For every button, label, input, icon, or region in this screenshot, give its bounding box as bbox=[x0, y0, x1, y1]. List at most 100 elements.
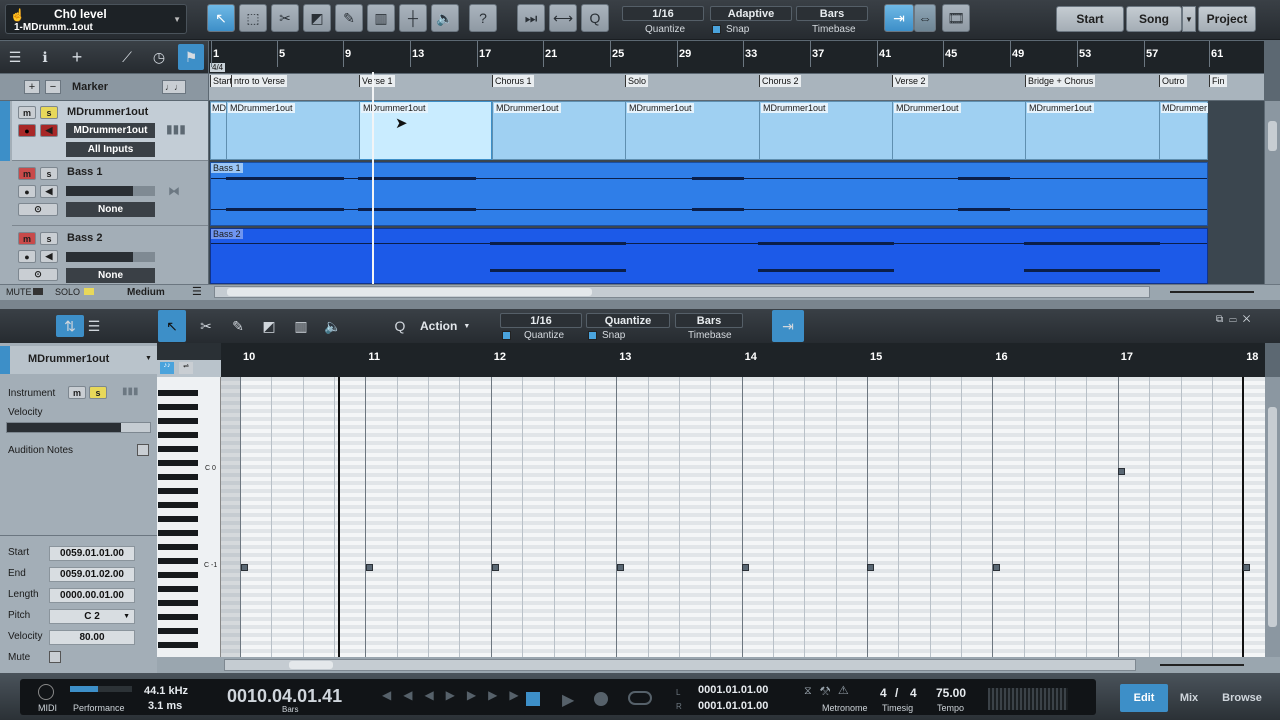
bass-1-clip[interactable] bbox=[210, 162, 1208, 226]
velocity-slider[interactable] bbox=[6, 422, 151, 433]
marker-2[interactable]: Verse 1 bbox=[359, 75, 395, 87]
editor-mute-tool[interactable]: ▥ bbox=[287, 315, 315, 337]
marker-1[interactable]: ntro to Verse bbox=[231, 75, 288, 87]
arrange-zoom-slider[interactable] bbox=[1170, 291, 1254, 293]
play-button[interactable]: ▶ bbox=[562, 690, 574, 710]
marker-remove-button[interactable]: − bbox=[45, 80, 61, 94]
marker-recall-button[interactable]: ♩♩ bbox=[162, 80, 186, 94]
midi-note[interactable] bbox=[1243, 564, 1250, 571]
listen-tool-button[interactable]: 🔈 bbox=[431, 4, 459, 32]
midi-note[interactable] bbox=[617, 564, 624, 571]
inspector-icon[interactable]: ℹ bbox=[34, 46, 56, 68]
piano-black-key[interactable] bbox=[158, 600, 198, 606]
piano-black-key[interactable] bbox=[158, 628, 198, 634]
editor-snap-checkbox[interactable] bbox=[588, 331, 597, 340]
piano-black-key[interactable] bbox=[158, 502, 198, 508]
view-mix-button[interactable]: Mix bbox=[1170, 684, 1208, 712]
editor-mute-button[interactable]: m bbox=[68, 386, 86, 399]
midi-note[interactable] bbox=[993, 564, 1000, 571]
track-3-monitor-button[interactable]: ◀ bbox=[40, 250, 58, 263]
piano-black-key[interactable] bbox=[158, 642, 198, 648]
piano-black-key[interactable] bbox=[158, 516, 198, 522]
marker-8[interactable]: Outro bbox=[1159, 75, 1187, 87]
editor-listen-tool[interactable]: 🔈 bbox=[319, 315, 347, 337]
loop-toggle-button[interactable] bbox=[628, 691, 652, 705]
keyboard-menu-icon[interactable]: ⇌ bbox=[179, 362, 193, 374]
track-3-volume-slider[interactable] bbox=[66, 252, 155, 262]
track-2-input[interactable]: None bbox=[66, 202, 155, 217]
note-high[interactable] bbox=[1118, 468, 1125, 475]
note-velocity-field[interactable]: 80.00 bbox=[49, 630, 135, 645]
arrange-vscroll[interactable] bbox=[1265, 101, 1280, 284]
timesig-denominator[interactable]: 4 bbox=[910, 686, 917, 700]
editor-pencil-tool[interactable]: ✎ bbox=[224, 315, 252, 337]
song-menu-button[interactable]: ▼ bbox=[1182, 6, 1196, 32]
loop-end[interactable]: 0001.01.01.00 bbox=[698, 700, 768, 712]
arrow-tool-button[interactable]: ↖ bbox=[207, 4, 235, 32]
menu-icon[interactable]: ☰ bbox=[4, 46, 26, 68]
nudge-button[interactable]: ⏭ bbox=[517, 4, 545, 32]
piano-black-key[interactable] bbox=[158, 474, 198, 480]
piano-black-key[interactable] bbox=[158, 530, 198, 536]
editor-vscroll[interactable] bbox=[1265, 377, 1280, 657]
view-edit-button[interactable]: Edit bbox=[1120, 684, 1168, 712]
view-browse-button[interactable]: Browse bbox=[1214, 684, 1270, 712]
mute-tool-button[interactable]: ▥ bbox=[367, 4, 395, 32]
editor-eraser-tool[interactable]: ◩ bbox=[255, 315, 283, 337]
track-3-record-button[interactable]: ● bbox=[18, 250, 36, 263]
piano-black-key[interactable] bbox=[158, 460, 198, 466]
action-menu[interactable]: Action ▼ bbox=[420, 316, 482, 336]
piano-black-key[interactable] bbox=[158, 432, 198, 438]
editor-hscroll[interactable] bbox=[224, 659, 1136, 671]
position-display[interactable]: 0010.04.01.41 bbox=[227, 686, 342, 707]
editor-list-icon[interactable]: ☰ bbox=[80, 315, 108, 337]
video-button[interactable]: 🎞 bbox=[942, 4, 970, 32]
snap-checkbox[interactable] bbox=[712, 25, 721, 34]
marker-9[interactable]: Fin bbox=[1209, 75, 1227, 87]
editor-arrow-tool[interactable]: ↖ bbox=[158, 310, 186, 342]
track-1-name[interactable]: MDrummer1out bbox=[67, 106, 148, 118]
stop-button[interactable] bbox=[526, 692, 540, 706]
split-tool-button[interactable]: ✂ bbox=[271, 4, 299, 32]
piano-black-key[interactable] bbox=[158, 572, 198, 578]
marker-7[interactable]: Bridge + Chorus bbox=[1025, 75, 1096, 87]
editor-quantize-field[interactable]: 1/16 bbox=[500, 313, 582, 328]
quantize-field[interactable]: 1/16 bbox=[622, 6, 704, 21]
automation-icon[interactable]: ⟋ bbox=[116, 46, 138, 68]
timebase-field[interactable]: Bars bbox=[796, 6, 868, 21]
snap-field[interactable]: Adaptive bbox=[710, 6, 792, 21]
editor-split-tool[interactable]: ✂ bbox=[192, 315, 220, 337]
page-project-button[interactable]: Project bbox=[1198, 6, 1256, 32]
global-solo-label[interactable]: SOLO bbox=[55, 287, 80, 297]
length-field[interactable]: 0000.00.01.00 bbox=[49, 588, 135, 603]
eraser-tool-button[interactable]: ◩ bbox=[303, 4, 331, 32]
midi-note[interactable] bbox=[241, 564, 248, 571]
keyboard-toggle-icon[interactable]: ♪♪ bbox=[160, 362, 174, 374]
piano-black-key[interactable] bbox=[158, 614, 198, 620]
follow-button[interactable]: ⇔ bbox=[914, 4, 936, 32]
add-track-icon[interactable]: + bbox=[66, 46, 88, 68]
marker-flag-icon[interactable]: ⚑ bbox=[178, 44, 204, 70]
midi-note[interactable] bbox=[867, 564, 874, 571]
global-mute-button[interactable] bbox=[33, 288, 43, 295]
piano-black-key[interactable] bbox=[158, 418, 198, 424]
note-grid[interactable] bbox=[221, 377, 1265, 657]
pencil-tool-button[interactable]: ✎ bbox=[335, 4, 363, 32]
marker-4[interactable]: Solo bbox=[625, 75, 649, 87]
track-2-name[interactable]: Bass 1 bbox=[67, 166, 102, 178]
piano-black-key[interactable] bbox=[158, 488, 198, 494]
timeline-ruler[interactable] bbox=[209, 41, 1264, 73]
bend-tool-button[interactable]: ┼ bbox=[399, 4, 427, 32]
track-2-record-button[interactable]: ● bbox=[18, 185, 36, 198]
timesig-numerator[interactable]: 4 bbox=[880, 686, 887, 700]
splitter[interactable] bbox=[0, 300, 1280, 309]
loop-start[interactable]: 0001.01.01.00 bbox=[698, 684, 768, 696]
end-field[interactable]: 0059.01.02.00 bbox=[49, 567, 135, 582]
track-1-monitor-button[interactable]: ◀ bbox=[40, 124, 58, 137]
track-3-input[interactable]: None bbox=[66, 268, 155, 283]
track-1-mute-button[interactable]: m bbox=[18, 106, 36, 119]
piano-black-key[interactable] bbox=[158, 558, 198, 564]
track-1-solo-button[interactable]: s bbox=[40, 106, 58, 119]
pitch-field[interactable]: C 2 ▼ bbox=[49, 609, 135, 624]
midi-note[interactable] bbox=[492, 564, 499, 571]
